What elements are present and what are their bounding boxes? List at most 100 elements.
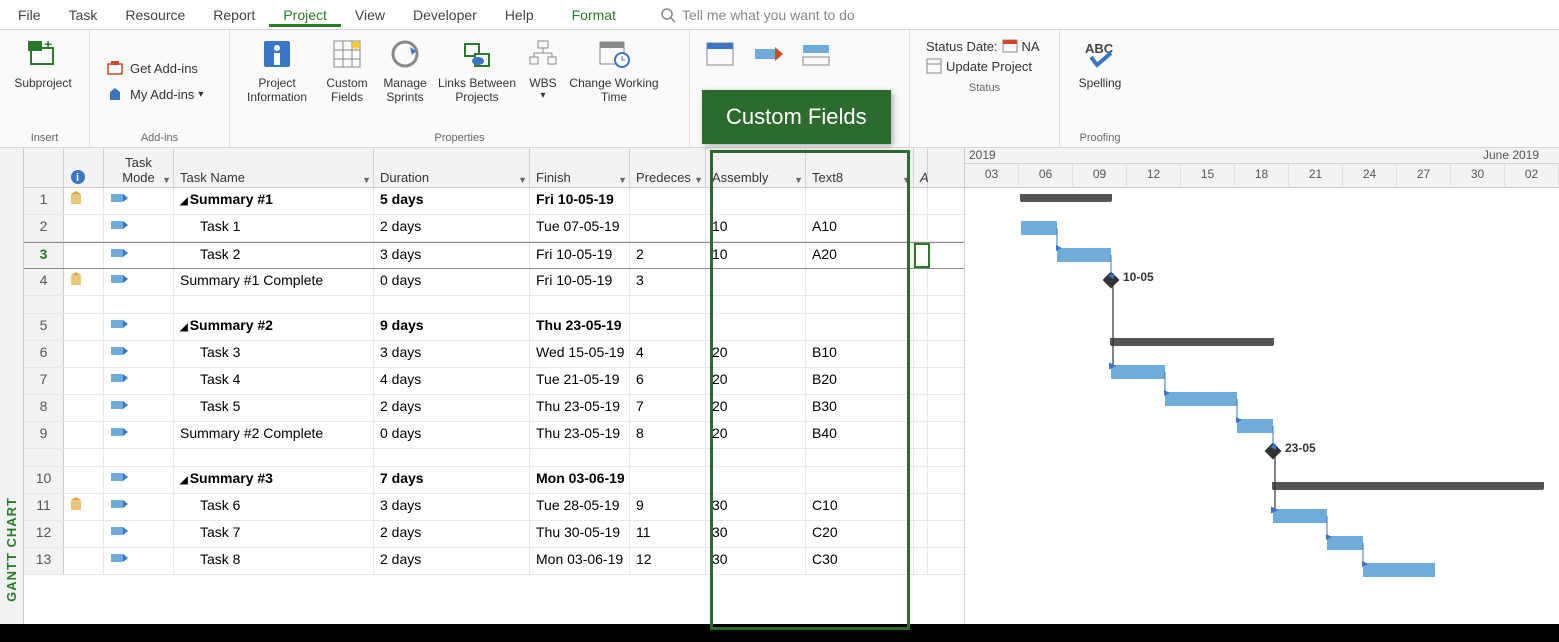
duration-cell[interactable]: 2 days <box>374 521 530 547</box>
task-mode-cell[interactable] <box>104 548 174 574</box>
finish-cell[interactable]: Fri 10-05-19 <box>530 243 630 268</box>
task-mode-cell[interactable] <box>104 422 174 448</box>
text8-cell[interactable]: A20 <box>806 243 914 268</box>
text8-cell[interactable] <box>806 269 914 295</box>
rownum-header[interactable] <box>24 148 64 187</box>
predecessors-cell[interactable]: 6 <box>630 368 706 394</box>
wbs-button[interactable]: WBS ▾ <box>520 32 566 130</box>
menu-resource[interactable]: Resource <box>111 3 199 27</box>
project-information-button[interactable]: Project Information <box>236 32 318 130</box>
indicator-cell[interactable] <box>64 269 104 295</box>
row-number[interactable]: 6 <box>24 341 64 367</box>
task-mode-cell[interactable] <box>104 314 174 340</box>
table-row[interactable]: 4Summary #1 Complete0 daysFri 10-05-193 <box>24 269 964 296</box>
predecessors-cell[interactable]: 4 <box>630 341 706 367</box>
extra-cell[interactable] <box>914 422 928 448</box>
summary-bar[interactable] <box>1273 482 1543 490</box>
extra-cell[interactable] <box>914 269 928 295</box>
duration-cell[interactable]: 2 days <box>374 548 530 574</box>
text8-cell[interactable]: B10 <box>806 341 914 367</box>
duration-cell[interactable]: 7 days <box>374 467 530 493</box>
assembly-cell[interactable]: 20 <box>706 341 806 367</box>
summary-bar[interactable] <box>1111 338 1273 346</box>
finish-cell[interactable]: Thu 23-05-19 <box>530 314 630 340</box>
menu-format[interactable]: Format <box>558 3 630 27</box>
text8-cell[interactable] <box>806 314 914 340</box>
indicator-cell[interactable] <box>64 368 104 394</box>
task-mode-cell[interactable] <box>104 494 174 520</box>
table-row[interactable]: 2Task 12 daysTue 07-05-1910A10 <box>24 215 964 242</box>
row-number[interactable]: 4 <box>24 269 64 295</box>
assembly-cell[interactable]: 10 <box>706 215 806 241</box>
row-number[interactable]: 7 <box>24 368 64 394</box>
text8-cell[interactable]: A10 <box>806 215 914 241</box>
task-mode-cell[interactable] <box>104 269 174 295</box>
extra-cell[interactable] <box>914 368 928 394</box>
finish-cell[interactable]: Thu 23-05-19 <box>530 422 630 448</box>
extra-cell[interactable] <box>914 467 928 493</box>
predecessors-cell[interactable]: 7 <box>630 395 706 421</box>
task-name-cell[interactable]: Summary #1 Complete <box>174 269 374 295</box>
extra-cell[interactable] <box>914 243 930 268</box>
task-mode-cell[interactable] <box>104 368 174 394</box>
duration-header[interactable]: Duration▼ <box>374 148 530 187</box>
duration-cell[interactable]: 3 days <box>374 341 530 367</box>
text8-cell[interactable]: C20 <box>806 521 914 547</box>
task-name-cell[interactable]: Task 1 <box>174 215 374 241</box>
task-mode-cell[interactable] <box>104 395 174 421</box>
finish-cell[interactable]: Fri 10-05-19 <box>530 269 630 295</box>
duration-cell[interactable]: 9 days <box>374 314 530 340</box>
row-number[interactable]: 12 <box>24 521 64 547</box>
extra-cell[interactable] <box>914 215 928 241</box>
status-date[interactable]: Status Date: NA <box>926 38 1043 54</box>
finish-cell[interactable]: Tue 28-05-19 <box>530 494 630 520</box>
table-row[interactable]: 11Task 63 daysTue 28-05-19930C10 <box>24 494 964 521</box>
assembly-cell[interactable]: 30 <box>706 521 806 547</box>
text8-cell[interactable]: B30 <box>806 395 914 421</box>
extra-cell[interactable] <box>914 341 928 367</box>
indicator-cell[interactable] <box>64 215 104 241</box>
gantt-chart[interactable]: 2019 June 2019 0306091215182124273002 10… <box>964 148 1559 642</box>
task-mode-header[interactable]: Task Mode▼ <box>104 148 174 187</box>
predecessors-cell[interactable]: 2 <box>630 243 706 268</box>
update-project-button[interactable]: Update Project <box>926 58 1043 74</box>
indicator-cell[interactable] <box>64 341 104 367</box>
task-bar[interactable] <box>1165 392 1237 406</box>
text8-cell[interactable]: B40 <box>806 422 914 448</box>
predecessors-cell[interactable] <box>630 215 706 241</box>
row-number[interactable]: 10 <box>24 467 64 493</box>
predecessors-cell[interactable]: 3 <box>630 269 706 295</box>
row-number[interactable]: 11 <box>24 494 64 520</box>
menu-task[interactable]: Task <box>55 3 112 27</box>
row-number[interactable]: 1 <box>24 188 64 214</box>
change-working-time-button[interactable]: Change Working Time <box>566 32 662 130</box>
assembly-cell[interactable]: 20 <box>706 395 806 421</box>
view-label[interactable]: GANTT CHART <box>0 148 24 642</box>
predecessors-cell[interactable] <box>630 467 706 493</box>
indicator-cell[interactable] <box>64 548 104 574</box>
extra-col-header[interactable]: A <box>914 148 928 187</box>
spelling-button[interactable]: ABC Spelling <box>1066 32 1134 130</box>
row-number[interactable]: 2 <box>24 215 64 241</box>
task-name-cell[interactable]: Task 7 <box>174 521 374 547</box>
duration-cell[interactable]: 4 days <box>374 368 530 394</box>
assembly-header[interactable]: Assembly▼ <box>706 148 806 187</box>
indicator-cell[interactable] <box>64 521 104 547</box>
custom-fields-button[interactable]: Custom Fields <box>318 32 376 130</box>
table-row[interactable]: 7Task 44 daysTue 21-05-19620B20 <box>24 368 964 395</box>
menu-file[interactable]: File <box>4 3 55 27</box>
table-row[interactable]: 6Task 33 daysWed 15-05-19420B10 <box>24 341 964 368</box>
row-number[interactable]: 3 <box>24 243 64 268</box>
task-bar[interactable] <box>1111 365 1165 379</box>
finish-cell[interactable]: Fri 10-05-19 <box>530 188 630 214</box>
row-number[interactable]: 5 <box>24 314 64 340</box>
row-number[interactable] <box>24 296 64 313</box>
assembly-cell[interactable] <box>706 188 806 214</box>
finish-cell[interactable]: Wed 15-05-19 <box>530 341 630 367</box>
predecessors-cell[interactable]: 11 <box>630 521 706 547</box>
extra-cell[interactable] <box>914 494 928 520</box>
assembly-cell[interactable]: 30 <box>706 548 806 574</box>
predecessors-header[interactable]: Predeces▼ <box>630 148 706 187</box>
text8-cell[interactable]: C30 <box>806 548 914 574</box>
task-bar[interactable] <box>1273 509 1327 523</box>
